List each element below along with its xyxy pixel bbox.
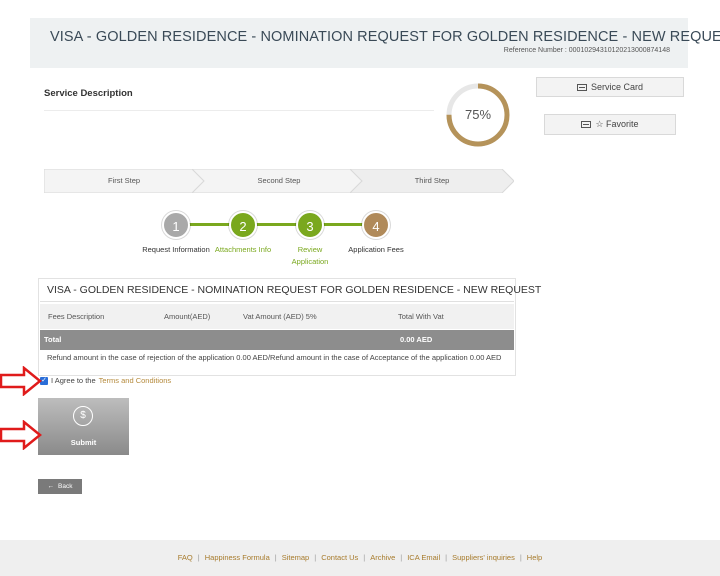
service-card-label: Service Card: [590, 82, 644, 92]
footer-separator: |: [274, 553, 277, 562]
footer: FAQ | Happiness Formula | Sitemap | Contact Us…: [0, 540, 720, 576]
divider: [40, 301, 514, 302]
favorite-button[interactable]: ☆ Favorite: [544, 114, 676, 135]
step-4-circle[interactable]: 4: [362, 211, 390, 239]
footer-links: FAQ | Happiness Formula | Sitemap | Contact Us…: [0, 540, 720, 576]
fees-title: VISA - GOLDEN RESIDENCE - NOMINATION REQ…: [47, 284, 542, 296]
stepbar-first: First Step: [107, 176, 141, 185]
reference-number: Reference Number : 000102943101202130008…: [503, 47, 670, 54]
step-2-label: Attachments Info: [214, 245, 272, 254]
total-value: 0.00 AED: [400, 335, 433, 344]
column-header: Fees Description: [48, 312, 105, 321]
service-description-title: Service Description: [44, 88, 133, 99]
favorite-label: ☆ Favorite: [595, 119, 639, 129]
footer-separator: |: [400, 553, 403, 562]
fees-table-header: Fees Description Amount(AED) Vat Amount …: [40, 304, 514, 329]
column-header: Vat Amount (AED) 5%: [243, 312, 317, 321]
step-2-circle[interactable]: 2: [229, 211, 257, 239]
agree-text: I Agree to the: [51, 376, 96, 385]
footer-link[interactable]: Happiness Formula: [205, 553, 270, 562]
divider: [44, 110, 434, 111]
arrow-left-icon: ←: [47, 483, 55, 490]
page-title: VISA - GOLDEN RESIDENCE - NOMINATION REQ…: [50, 29, 720, 45]
footer-separator: |: [314, 553, 317, 562]
footer-link[interactable]: ICA Email: [407, 553, 440, 562]
footer-link[interactable]: Suppliers' inquiries: [452, 553, 515, 562]
card-icon: [576, 83, 587, 91]
stepbar-third: Third Step: [414, 176, 450, 185]
total-label: Total: [44, 335, 62, 344]
footer-separator: |: [363, 553, 366, 562]
red-arrow-icon: [0, 366, 42, 396]
back-label: Back: [58, 483, 73, 490]
submit-label: Submit: [70, 438, 97, 447]
card-icon: [581, 121, 592, 128]
service-card-button[interactable]: Service Card: [536, 77, 684, 97]
column-header: Total With Vat: [398, 312, 444, 321]
back-button[interactable]: ← Back: [38, 479, 82, 494]
step-1-circle[interactable]: 1: [162, 211, 190, 239]
step-4-label: Application Fees: [348, 245, 404, 254]
page-header: VISA - GOLDEN RESIDENCE - NOMINATION REQ…: [30, 18, 720, 68]
red-arrow-icon: [0, 420, 42, 450]
footer-link[interactable]: Sitemap: [282, 553, 310, 562]
footer-link[interactable]: Help: [527, 553, 542, 562]
dollar-refresh-icon: $: [73, 406, 93, 426]
stepbar-second: Second Step: [257, 176, 301, 185]
footer-separator: |: [519, 553, 522, 562]
refund-note: Refund amount in the case of rejection o…: [47, 353, 502, 362]
footer-link[interactable]: Contact Us: [321, 553, 358, 562]
progress-percent: 75%: [464, 107, 492, 122]
step-3-label: Review Application: [291, 245, 329, 266]
step-progress-bar: First Step Second Step Third Step: [44, 169, 514, 193]
footer-link[interactable]: Archive: [370, 553, 395, 562]
submit-button[interactable]: $ Submit: [38, 398, 129, 455]
fees-total-row: Total 0.00 AED: [40, 330, 514, 350]
footer-link[interactable]: FAQ: [178, 553, 193, 562]
footer-separator: |: [197, 553, 200, 562]
step-3-circle[interactable]: 3: [296, 211, 324, 239]
terms-agreement: ✓ I Agree to the Terms and Conditions: [40, 376, 171, 385]
column-header: Amount(AED): [164, 312, 211, 321]
footer-separator: |: [445, 553, 448, 562]
terms-link[interactable]: Terms and Conditions: [99, 376, 172, 385]
